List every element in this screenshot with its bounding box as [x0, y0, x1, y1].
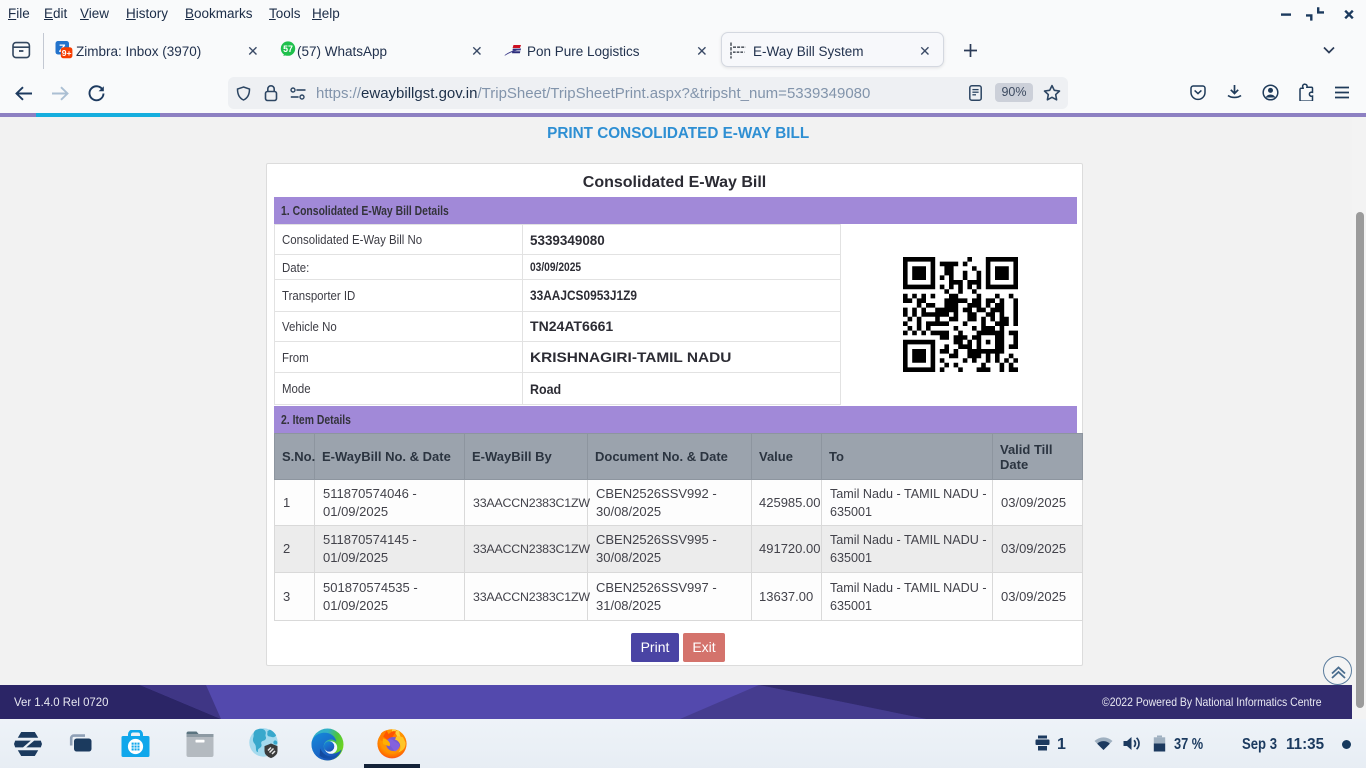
svg-text:9+: 9+: [62, 48, 72, 58]
svg-text:57: 57: [283, 44, 293, 54]
